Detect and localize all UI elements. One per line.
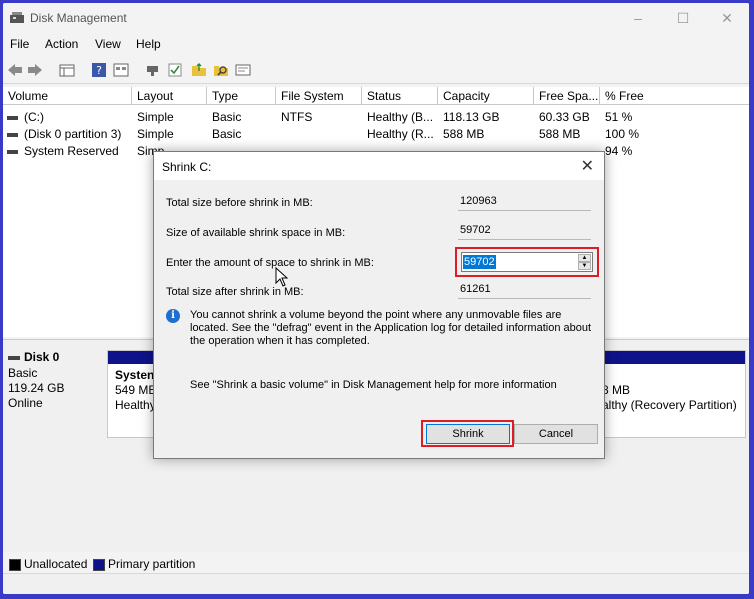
window-title: Disk Management [30,11,127,25]
partition-system-reserved[interactable]: Systen 549 MB Healthy [107,350,157,438]
available-space-label: Size of available shrink space in MB: [166,227,346,239]
partition-name: Systen [115,368,155,382]
column-header-volume[interactable]: Volume [3,87,132,105]
total-before-value: 120963 [458,192,591,211]
cell-volume: System Reserved [24,144,119,158]
legend-primary-partition: Primary partition [108,557,196,571]
column-header-percent-free[interactable]: % Free [600,87,749,105]
dialog-title: Shrink C: [162,160,212,174]
column-header-file-system[interactable]: File System [276,87,362,105]
disk-size: 119.24 GB [8,381,65,395]
column-header-status[interactable]: Status [362,87,438,105]
partition-size: 549 MB [115,383,155,397]
legend: Unallocated Primary partition [3,555,749,573]
partition-status: Healthy [115,398,155,412]
menu-action[interactable]: Action [45,37,78,51]
volume-icon [7,149,18,154]
properties-icon[interactable] [113,62,129,78]
highlight-box-input [455,247,599,277]
connect-icon[interactable] [145,62,161,78]
cell-layout: Simple [137,127,174,141]
total-after-label: Total size after shrink in MB: [166,286,304,298]
check-icon[interactable] [167,62,183,78]
partition-status: althy (Recovery Partition) [602,398,737,412]
disk-type: Basic [8,366,38,380]
maximize-button[interactable]: ☐ [665,7,701,29]
cell-free-space: 60.33 GB [539,110,590,124]
list-view-icon[interactable] [59,62,75,78]
svg-text:?: ? [96,64,102,77]
settings-icon[interactable] [235,62,251,78]
folder-icon[interactable] [191,62,207,78]
info-message: You cannot shrink a volume beyond the po… [190,309,592,347]
available-space-value: 59702 [458,221,591,240]
info-icon: i [166,309,180,323]
primary-partition-swatch [93,559,105,571]
column-header-layout[interactable]: Layout [132,87,207,105]
menu-file[interactable]: File [10,37,29,51]
status-bar [3,573,749,594]
cell-volume: (Disk 0 partition 3) [24,127,122,141]
help-icon[interactable]: ? [91,62,107,78]
minimize-button[interactable]: – [620,7,656,29]
cancel-button[interactable]: Cancel [514,424,598,444]
total-before-label: Total size before shrink in MB: [166,197,313,209]
total-after-value: 61261 [458,280,591,299]
cell-type: Basic [212,110,242,124]
title-bar: Disk Management – ☐ ✕ [3,3,749,33]
cell-capacity: 588 MB [443,127,485,141]
partition-recovery[interactable]: 8 MB althy (Recovery Partition) [601,350,746,438]
cell-percent-free: 94 % [605,144,633,158]
menu-help[interactable]: Help [136,37,161,51]
shrink-dialog: Shrink C: ✕ Total size before shrink in … [153,151,605,459]
volume-icon [7,115,18,120]
cell-type: Basic [212,127,242,141]
cell-layout: Simple [137,110,174,124]
disk-icon [8,355,20,360]
volume-icon [7,132,18,137]
highlight-box-shrink [421,420,514,447]
cell-file-system: NTFS [281,110,313,124]
cell-percent-free: 100 % [605,127,640,141]
cell-volume: (C:) [24,110,44,124]
cell-percent-free: 51 % [605,110,633,124]
search-icon[interactable] [213,62,229,78]
mouse-cursor-icon [275,267,289,287]
back-arrow-icon[interactable] [7,62,23,78]
cell-free-space: 588 MB [539,127,581,141]
toolbar: ? [3,59,749,84]
column-header-free-space[interactable]: Free Spa... [534,87,600,105]
forward-arrow-icon[interactable] [27,62,43,78]
disk-0-label[interactable]: Disk 0 Basic 119.24 GB Online [8,350,103,440]
cell-capacity: 118.13 GB [443,110,500,124]
column-header-type[interactable]: Type [207,87,276,105]
window-close-button[interactable]: ✕ [709,7,745,29]
column-header-capacity[interactable]: Capacity [438,87,534,105]
partition-size: 8 MB [602,383,631,397]
unallocated-swatch [9,559,21,571]
app-icon [10,12,24,23]
cell-status: Healthy (B... [367,110,434,124]
disk-name: Disk 0 [24,350,60,364]
dialog-body: Total size before shrink in MB: 120963 S… [154,180,604,458]
shrink-amount-label: Enter the amount of space to shrink in M… [166,257,374,269]
menu-view[interactable]: View [95,37,121,51]
dialog-title-bar: Shrink C: ✕ [154,152,604,180]
legend-unallocated: Unallocated [24,557,88,571]
help-link-text: See "Shrink a basic volume" in Disk Mana… [190,379,557,391]
cell-file-system [281,126,361,142]
close-icon[interactable]: ✕ [581,156,594,176]
disk-status: Online [8,396,43,410]
cell-status: Healthy (R... [367,127,434,141]
disk-management-window: Disk Management – ☐ ✕ File Action View H… [3,3,749,594]
